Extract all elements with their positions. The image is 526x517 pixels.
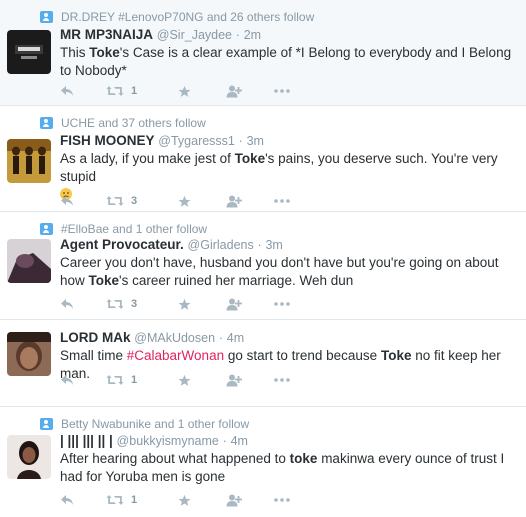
favorite-icon[interactable] <box>178 83 226 99</box>
timestamp[interactable]: 3m <box>247 134 264 148</box>
favorite-icon[interactable] <box>178 193 226 209</box>
more-icon[interactable] <box>274 372 290 388</box>
tweet[interactable]: DR.DREY #LenovoP70NG and 26 others follo… <box>0 0 526 106</box>
follow-icon[interactable] <box>226 372 274 388</box>
avatar-image <box>7 139 51 183</box>
user-follow-icon <box>40 418 53 430</box>
tweet-header: FISH MOONEY @Tygaresss1 · 3m <box>60 133 264 148</box>
more-icon[interactable] <box>274 492 290 508</box>
user-follow-icon <box>40 223 53 235</box>
separator: · <box>235 28 240 42</box>
separator: · <box>257 238 262 252</box>
tweet-text: After hearing about what happened to tok… <box>60 451 505 484</box>
tweet[interactable]: #ElloBae and 1 other follow Agent Provoc… <box>0 212 526 320</box>
avatar-image <box>7 30 51 74</box>
separator: · <box>218 331 223 345</box>
tweet-actions: 3 <box>60 296 290 312</box>
separator: · <box>238 134 243 148</box>
avatar[interactable] <box>7 239 51 283</box>
retweet-icon[interactable]: 3 <box>106 193 178 209</box>
more-icon[interactable] <box>274 193 290 209</box>
separator: · <box>222 434 227 448</box>
avatar[interactable] <box>7 332 51 376</box>
username[interactable]: @Sir_Jaydee <box>157 28 232 42</box>
reply-icon[interactable] <box>60 193 106 209</box>
avatar-image <box>7 435 51 479</box>
follow-icon[interactable] <box>226 296 274 312</box>
avatar[interactable] <box>7 30 51 74</box>
timestamp[interactable]: 4m <box>231 434 248 448</box>
favorite-icon[interactable] <box>178 492 226 508</box>
tweet-actions: 1 <box>60 83 290 99</box>
more-icon[interactable] <box>274 83 290 99</box>
retweet-icon[interactable]: 3 <box>106 296 178 312</box>
tweet[interactable]: Betty Nwabunike and 1 other follow | |||… <box>0 407 526 517</box>
follow-icon[interactable] <box>226 193 274 209</box>
fullname[interactable]: MR MP3NAIJA <box>60 27 153 42</box>
reply-icon[interactable] <box>60 83 106 99</box>
tweet-text: Career you don't have, husband you don't… <box>60 255 499 288</box>
avatar-image <box>7 332 51 376</box>
retweet-count: 1 <box>131 85 138 97</box>
fullname[interactable]: | ||| ||| || | <box>60 433 113 448</box>
timestamp[interactable]: 3m <box>265 238 282 252</box>
follow-icon[interactable] <box>226 83 274 99</box>
follow-icon[interactable] <box>226 492 274 508</box>
favorite-icon[interactable] <box>178 372 226 388</box>
tweet-actions: 3 <box>60 193 290 209</box>
reply-icon[interactable] <box>60 296 106 312</box>
tweet-stream: DR.DREY #LenovoP70NG and 26 others follo… <box>0 0 526 517</box>
timestamp[interactable]: 4m <box>227 331 244 345</box>
tweet[interactable]: LORD MAk @MAkUdosen · 4m Small time #Cal… <box>0 320 526 407</box>
retweet-count: 3 <box>131 298 138 310</box>
retweet-count: 1 <box>131 494 138 506</box>
retweet-icon[interactable]: 1 <box>106 372 178 388</box>
avatar[interactable] <box>7 139 51 183</box>
username[interactable]: @MAkUdosen <box>134 331 215 345</box>
avatar-image <box>7 239 51 283</box>
follow-context: UCHE and 37 others follow <box>40 116 206 130</box>
username[interactable]: @Tygaresss1 <box>158 134 235 148</box>
tweet[interactable]: UCHE and 37 others follow FISH MOONEY @T… <box>0 106 526 212</box>
tweet-actions: 1 <box>60 372 290 388</box>
favorite-icon[interactable] <box>178 296 226 312</box>
reply-icon[interactable] <box>60 372 106 388</box>
hashtag-link[interactable]: #CalabarWonan <box>127 348 224 363</box>
tweet-header: Agent Provocateur. @Girladens · 3m <box>60 237 283 252</box>
follow-context-text[interactable]: #ElloBae and 1 other follow <box>61 222 207 236</box>
retweet-icon[interactable]: 1 <box>106 492 178 508</box>
retweet-count: 3 <box>131 195 138 207</box>
follow-context: #ElloBae and 1 other follow <box>40 222 207 236</box>
retweet-count: 1 <box>131 374 138 386</box>
follow-context: DR.DREY #LenovoP70NG and 26 others follo… <box>40 10 314 24</box>
user-follow-icon <box>40 117 53 129</box>
username[interactable]: @bukkyismyname <box>117 434 219 448</box>
follow-context-text[interactable]: DR.DREY #LenovoP70NG and 26 others follo… <box>61 10 314 24</box>
avatar[interactable] <box>7 435 51 479</box>
fullname[interactable]: Agent Provocateur. <box>60 237 184 252</box>
tweet-header: LORD MAk @MAkUdosen · 4m <box>60 330 244 345</box>
reply-icon[interactable] <box>60 492 106 508</box>
follow-context-text[interactable]: Betty Nwabunike and 1 other follow <box>61 417 249 431</box>
fullname[interactable]: FISH MOONEY <box>60 133 155 148</box>
tweet-actions: 1 <box>60 492 290 508</box>
tweet-header: MR MP3NAIJA @Sir_Jaydee · 2m <box>60 27 261 42</box>
timestamp[interactable]: 2m <box>244 28 261 42</box>
more-icon[interactable] <box>274 296 290 312</box>
follow-context-text[interactable]: UCHE and 37 others follow <box>61 116 206 130</box>
tweet-header: | ||| ||| || | @bukkyismyname · 4m <box>60 433 248 448</box>
user-follow-icon <box>40 11 53 23</box>
retweet-icon[interactable]: 1 <box>106 83 178 99</box>
tweet-text: This Toke's Case is a clear example of *… <box>60 45 512 78</box>
username[interactable]: @Girladens <box>188 238 254 252</box>
fullname[interactable]: LORD MAk <box>60 330 131 345</box>
follow-context: Betty Nwabunike and 1 other follow <box>40 417 249 431</box>
